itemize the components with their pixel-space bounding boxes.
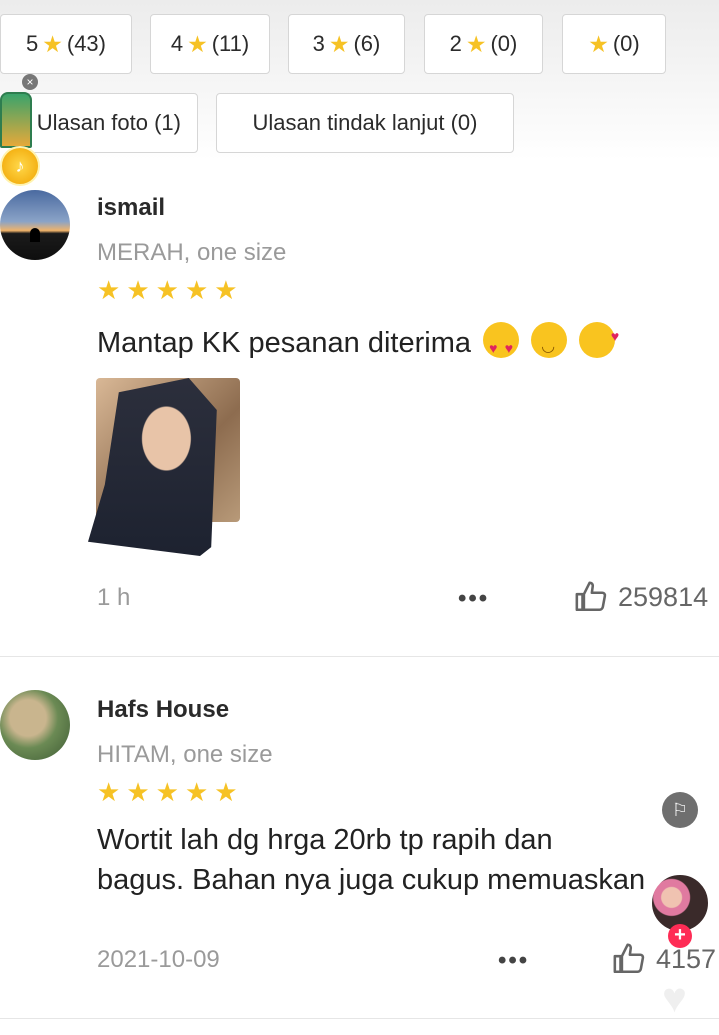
star-icon: ★ [214,777,238,807]
filter-2-star-label: 2 [449,31,462,56]
rating-filter-bar: 5 ★ (43) 4 ★ (11) 3 ★ (6) 2 ★ (0) ★ (0) … [0,0,719,160]
filter-3-star-count: (6) [353,31,381,56]
close-icon[interactable]: × [22,74,38,90]
avatar[interactable] [0,190,70,260]
thumbs-up-icon [575,581,607,612]
review-text: Mantap KK pesanan diterima [97,318,619,367]
filter-1-star-count: (0) [612,31,640,56]
filter-4-star-count: (11) [211,31,250,56]
review-time: 2021-10-09 [97,946,220,973]
filter-2-star-count: (0) [490,31,518,56]
filter-5-star[interactable]: 5 ★ (43) [0,14,132,74]
review-text-line-1: Wortit lah dg hrga 20rb tp rapih dan [97,824,553,856]
star-icon: ★ [588,30,609,57]
review-username[interactable]: Hafs House [97,696,229,724]
star-icon: ★ [214,275,238,305]
review-time: 1 h [97,584,131,611]
star-icon: ★ [155,777,179,807]
review-rating-stars: ★ ★ ★ ★ ★ [97,779,238,805]
lantern-icon[interactable] [0,92,32,148]
review-variant: HITAM, one size [97,741,273,768]
review-rating-stars: ★ ★ ★ ★ ★ [97,277,238,303]
filter-3-star[interactable]: 3 ★ (6) [288,14,405,74]
filter-followup-reviews-label: Ulasan tindak lanjut (0) [252,110,478,135]
more-options-icon[interactable]: ••• [498,947,529,975]
like-button[interactable]: 4157 [612,942,716,976]
star-icon: ★ [126,777,150,807]
filter-4-star[interactable]: 4 ★ (11) [150,14,270,74]
like-count: 4157 [656,943,717,974]
filter-photo-reviews[interactable]: Ulasan foto (1) [12,93,198,153]
review-divider [0,1018,719,1019]
review-photo[interactable] [88,378,240,556]
review-text-content: Mantap KK pesanan diterima [97,327,471,359]
heart-eyes-emoji-icon [483,322,520,367]
like-count: 259814 [618,581,709,612]
star-icon: ★ [155,275,179,305]
star-icon: ★ [184,777,209,807]
filter-photo-reviews-label: Ulasan foto (1) [36,110,181,135]
filter-2-star[interactable]: 2 ★ (0) [424,14,543,74]
more-options-icon[interactable]: ••• [458,585,489,613]
star-icon: ★ [184,275,209,305]
star-icon: ★ [328,30,350,57]
star-icon: ★ [97,777,121,807]
filter-5-star-label: 5 [26,31,39,56]
thumbs-up-icon [613,943,645,974]
star-icon: ★ [97,275,121,305]
report-flag-icon[interactable]: ⚐ [662,792,698,828]
coin-icon[interactable]: ♪ [0,146,40,186]
like-button[interactable]: 259814 [574,580,708,614]
review-divider [0,656,719,657]
star-icon: ★ [42,30,63,57]
filter-followup-reviews[interactable]: Ulasan tindak lanjut (0) [216,93,514,153]
smiling-face-with-hearts-emoji-icon [579,318,619,358]
review-variant: MERAH, one size [97,239,287,266]
filter-1-star[interactable]: ★ (0) [562,14,666,74]
follow-plus-icon[interactable]: + [668,924,692,948]
filter-3-star-label: 3 [312,31,325,56]
filter-5-star-count: (43) [66,31,106,56]
review-username[interactable]: ismail [97,194,165,222]
star-icon: ★ [187,30,208,57]
filter-4-star-label: 4 [170,31,184,56]
star-icon: ★ [126,275,150,305]
avatar[interactable] [0,690,70,760]
star-icon: ★ [465,30,487,57]
heart-icon[interactable]: ♥ [662,977,706,1019]
review-text-line-2: bagus. Bahan nya juga cukup memuaskan [97,864,646,896]
hugging-face-emoji-icon [531,322,568,365]
